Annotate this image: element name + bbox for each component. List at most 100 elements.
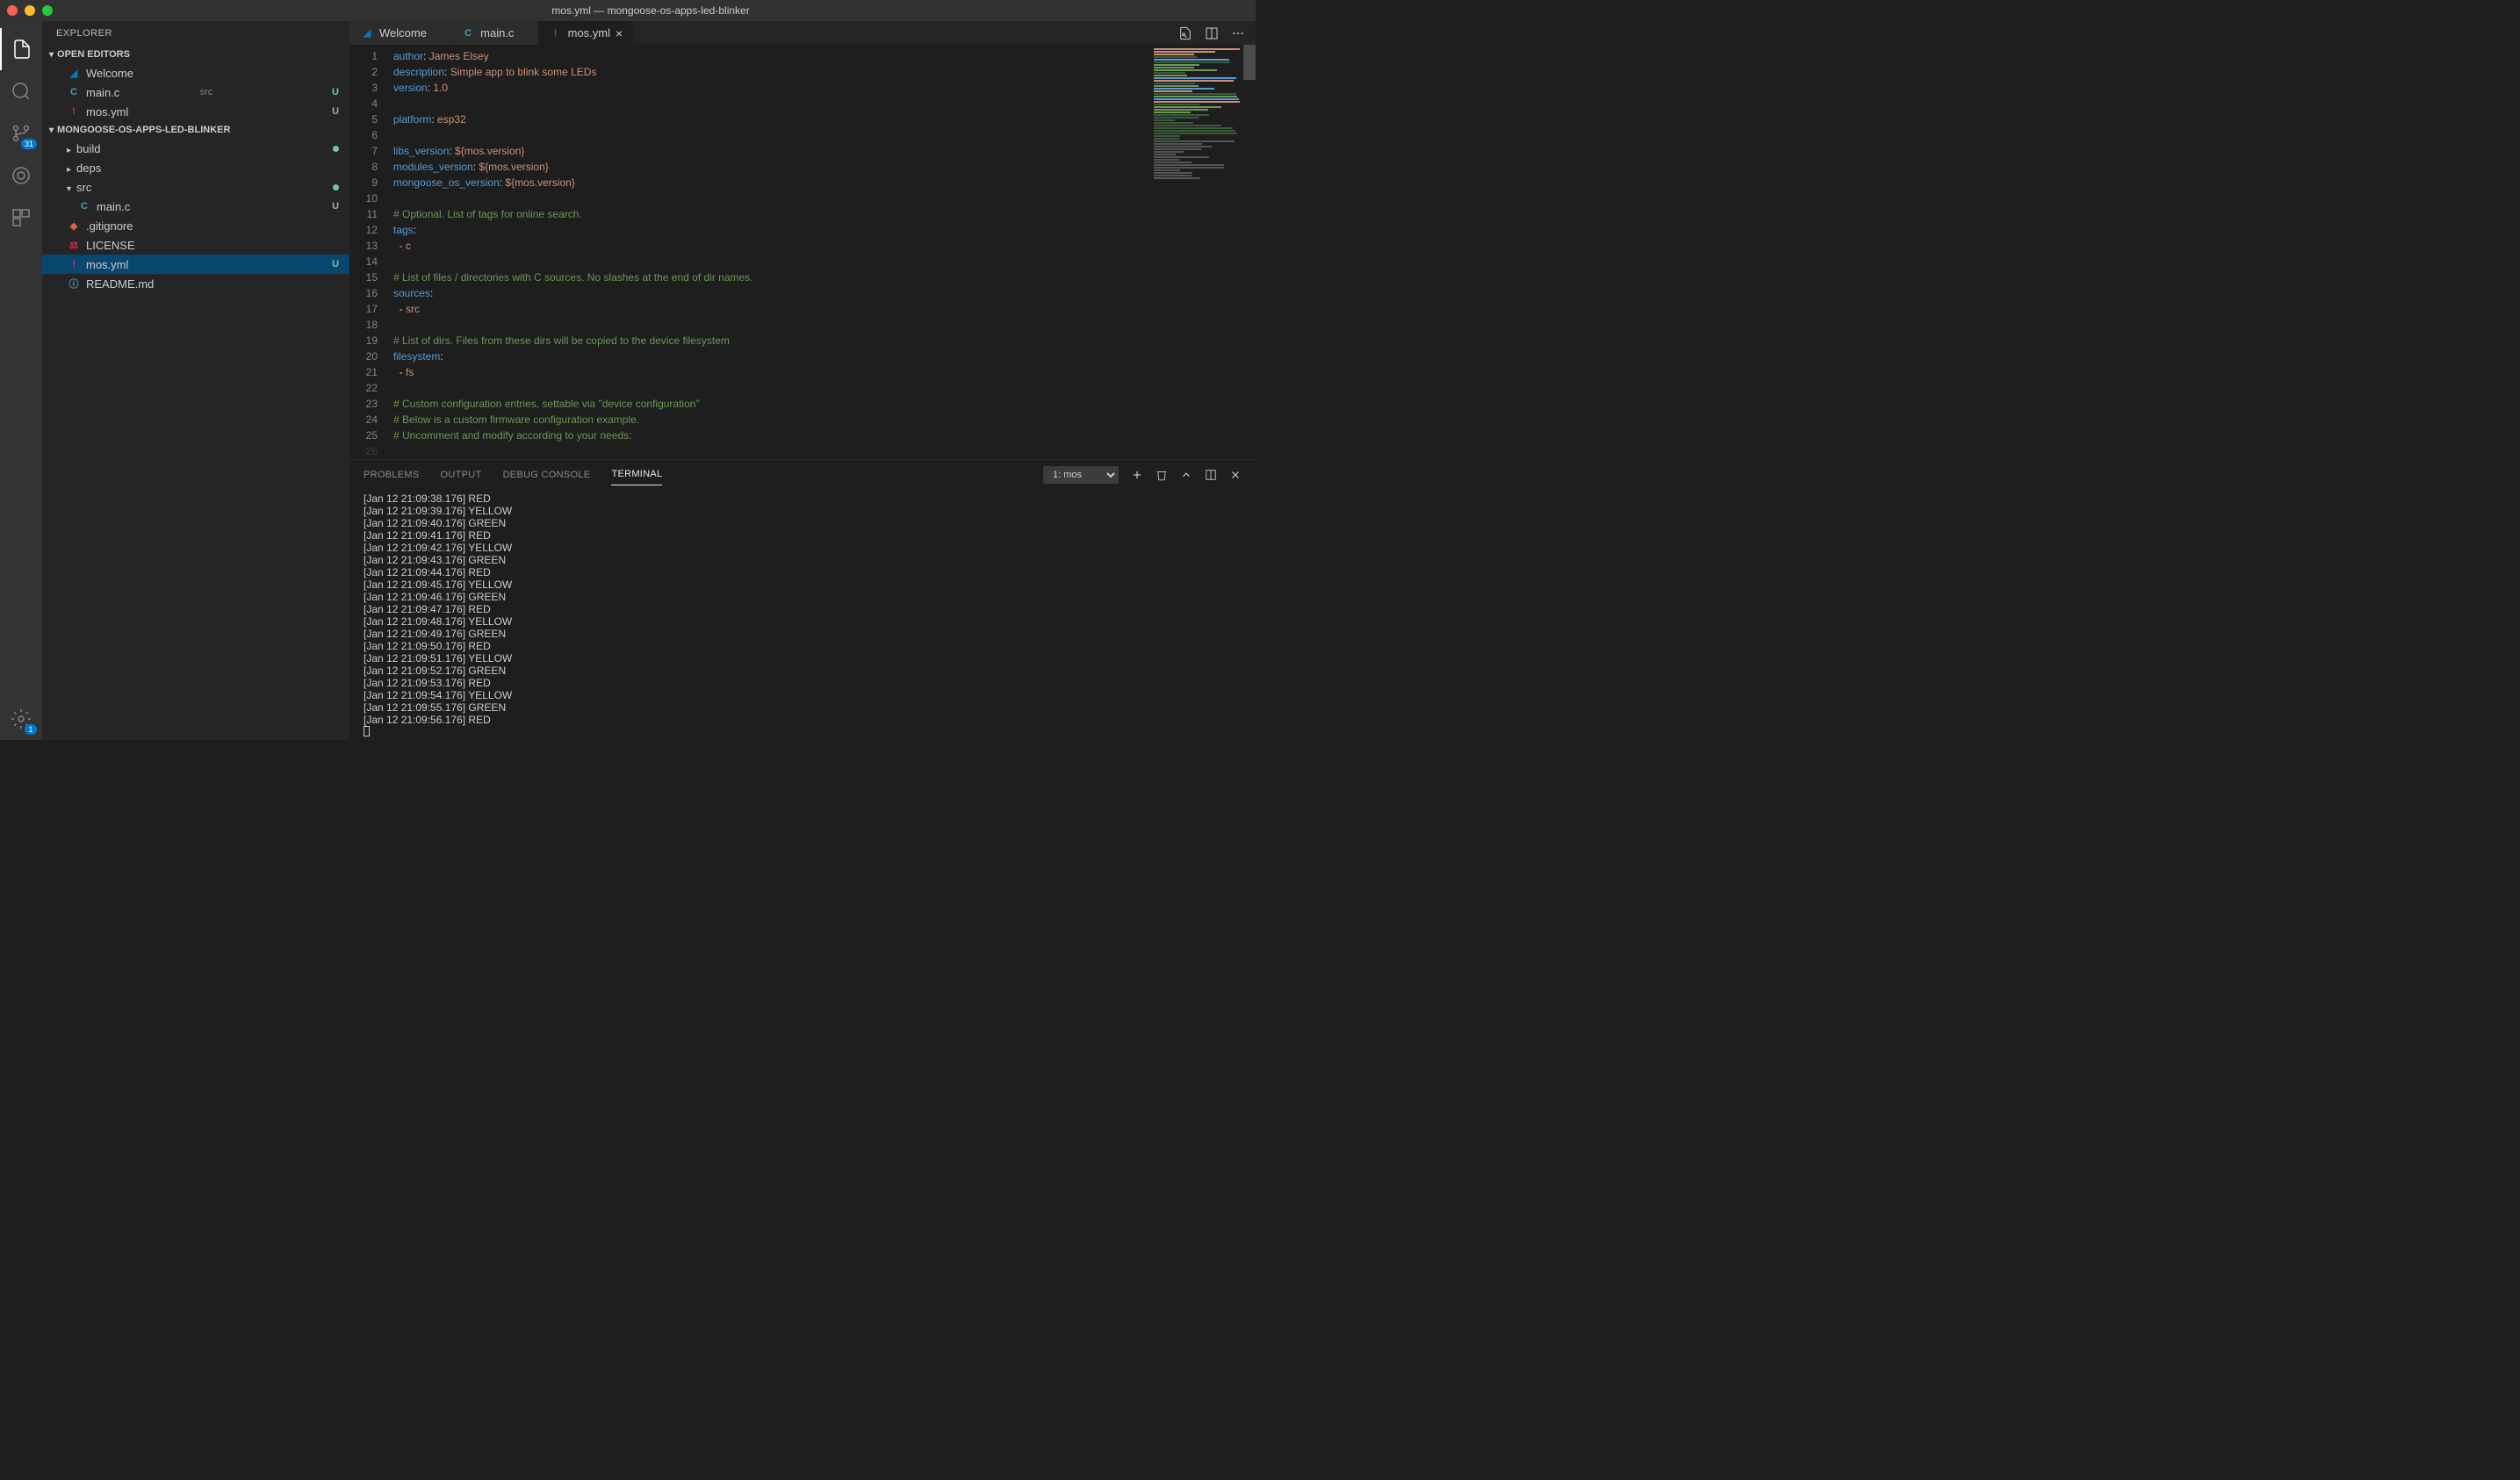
git-status: U (332, 201, 339, 212)
activity-extensions[interactable] (0, 197, 42, 239)
window-maximize-icon[interactable] (42, 5, 53, 16)
terminal-line: [Jan 12 21:09:40.176] GREEN (364, 517, 1242, 529)
activity-scm[interactable]: 31 (0, 112, 42, 154)
tree-label: .gitignore (86, 219, 210, 233)
terminal-body[interactable]: [Jan 12 21:09:38.176] RED[Jan 12 21:09:3… (349, 489, 1256, 740)
project-label: MONGOOSE-OS-APPS-LED-BLINKER (57, 125, 230, 135)
split-panel-icon[interactable] (1205, 469, 1217, 481)
panel-tabs: PROBLEMS OUTPUT DEBUG CONSOLE TERMINAL 1… (349, 460, 1256, 489)
tree-label: src (76, 181, 199, 194)
info-file-icon: ⓘ (67, 277, 81, 291)
editor-area: ◢Welcome×Cmain.c×!mos.yml× 1234567891011… (349, 21, 1256, 740)
panel-tab-problems[interactable]: PROBLEMS (364, 464, 420, 485)
open-editor-label: main.c (86, 86, 195, 99)
tab-actions (1168, 21, 1256, 45)
git-status: U (332, 106, 339, 117)
split-editor-icon[interactable] (1205, 26, 1219, 40)
minimap[interactable] (1150, 45, 1256, 459)
terminal-line: [Jan 12 21:09:48.176] YELLOW (364, 615, 1242, 628)
panel-tab-terminal[interactable]: TERMINAL (611, 463, 662, 485)
open-editor-label: Welcome (86, 67, 210, 80)
open-editor-item[interactable]: Cmain.c src U (42, 83, 349, 102)
open-editor-path: src (200, 87, 213, 97)
panel-tab-debug[interactable]: DEBUG CONSOLE (503, 464, 591, 485)
file-item[interactable]: ⚖ LICENSE (42, 235, 349, 255)
git-file-icon: ◈ (67, 219, 81, 233)
files-icon (11, 39, 32, 60)
git-status: U (332, 259, 339, 269)
lic-file-icon: ⚖ (67, 238, 81, 252)
terminal-select[interactable]: 1: mos (1043, 466, 1119, 484)
yml-file-icon: ! (67, 104, 81, 119)
terminal-line: [Jan 12 21:09:52.176] GREEN (364, 665, 1242, 677)
line-gutter: 1234567891011121314151617181920212223242… (349, 45, 393, 459)
chevron-down-icon (49, 126, 54, 135)
chevron-right-icon (67, 142, 71, 155)
extensions-icon (11, 207, 32, 228)
bottom-panel: PROBLEMS OUTPUT DEBUG CONSOLE TERMINAL 1… (349, 459, 1256, 740)
file-item[interactable]: !mos.ymlU (42, 255, 349, 274)
activity-debug[interactable] (0, 154, 42, 197)
open-editor-item[interactable]: ◢ Welcome (42, 63, 349, 83)
folder-item[interactable]: src (42, 177, 349, 197)
editor-tab[interactable]: ◢Welcome× (349, 21, 450, 45)
scrollbar[interactable] (1243, 45, 1256, 80)
open-editors-header[interactable]: OPEN EDITORS (42, 46, 349, 63)
chevron-up-icon[interactable] (1180, 469, 1192, 481)
terminal-line: [Jan 12 21:09:41.176] RED (364, 529, 1242, 542)
file-item[interactable]: Cmain.c U (42, 197, 349, 216)
file-item[interactable]: ⓘ README.md (42, 274, 349, 293)
project-header[interactable]: MONGOOSE-OS-APPS-LED-BLINKER (42, 121, 349, 139)
terminal-line: [Jan 12 21:09:38.176] RED (364, 492, 1242, 505)
untracked-dot-icon (333, 184, 339, 190)
tree-label: README.md (86, 277, 210, 291)
editor-tab[interactable]: !mos.yml× (538, 21, 635, 45)
tree-label: main.c (97, 200, 209, 213)
terminal-line: [Jan 12 21:09:56.176] RED (364, 714, 1242, 726)
activity-settings[interactable]: 1 (0, 698, 42, 740)
activity-search[interactable] (0, 70, 42, 112)
vscode-icon: ◢ (360, 26, 374, 40)
terminal-line: [Jan 12 21:09:45.176] YELLOW (364, 578, 1242, 591)
tree-label: LICENSE (86, 239, 210, 252)
window-close-icon[interactable] (7, 5, 18, 16)
yml-file-icon: ! (549, 26, 563, 40)
code-content[interactable]: author: James Elseydescription: Simple a… (393, 45, 1150, 459)
close-icon[interactable]: × (616, 26, 623, 40)
close-icon[interactable] (1229, 469, 1242, 481)
scm-badge: 31 (21, 139, 37, 149)
trash-icon[interactable] (1156, 469, 1168, 481)
tree-label: build (76, 142, 199, 155)
terminal-line: [Jan 12 21:09:42.176] YELLOW (364, 542, 1242, 554)
plus-icon[interactable] (1131, 469, 1143, 481)
folder-item[interactable]: build (42, 139, 349, 158)
search-icon (11, 81, 32, 102)
git-status: U (332, 87, 339, 97)
open-changes-icon[interactable] (1178, 26, 1192, 40)
bug-icon (11, 165, 32, 186)
window-title: mos.yml — mongoose-os-apps-led-blinker (53, 4, 1249, 17)
chevron-down-icon (67, 181, 71, 194)
open-editor-label: mos.yml (86, 105, 204, 119)
vscode-icon: ◢ (67, 66, 81, 80)
panel-tab-output[interactable]: OUTPUT (441, 464, 482, 485)
terminal-line: [Jan 12 21:09:43.176] GREEN (364, 554, 1242, 566)
c-file-icon: C (77, 199, 91, 213)
panel-controls: 1: mos (1043, 466, 1242, 484)
tree-label: mos.yml (86, 258, 204, 271)
file-item[interactable]: ◈ .gitignore (42, 216, 349, 235)
editor-tab[interactable]: Cmain.c× (450, 21, 537, 45)
more-icon[interactable] (1231, 26, 1245, 40)
chevron-right-icon (67, 162, 71, 175)
terminal-line: [Jan 12 21:09:51.176] YELLOW (364, 652, 1242, 665)
open-editor-item[interactable]: ! mos.yml U (42, 102, 349, 121)
terminal-cursor (364, 726, 370, 736)
folder-item[interactable]: deps (42, 158, 349, 177)
c-file-icon: C (67, 85, 81, 99)
tree-label: deps (76, 162, 205, 175)
activity-explorer[interactable] (0, 28, 42, 70)
activity-bar: 31 1 (0, 21, 42, 740)
terminal-line: [Jan 12 21:09:44.176] RED (364, 566, 1242, 578)
window-minimize-icon[interactable] (25, 5, 35, 16)
editor-pane[interactable]: 1234567891011121314151617181920212223242… (349, 45, 1256, 459)
